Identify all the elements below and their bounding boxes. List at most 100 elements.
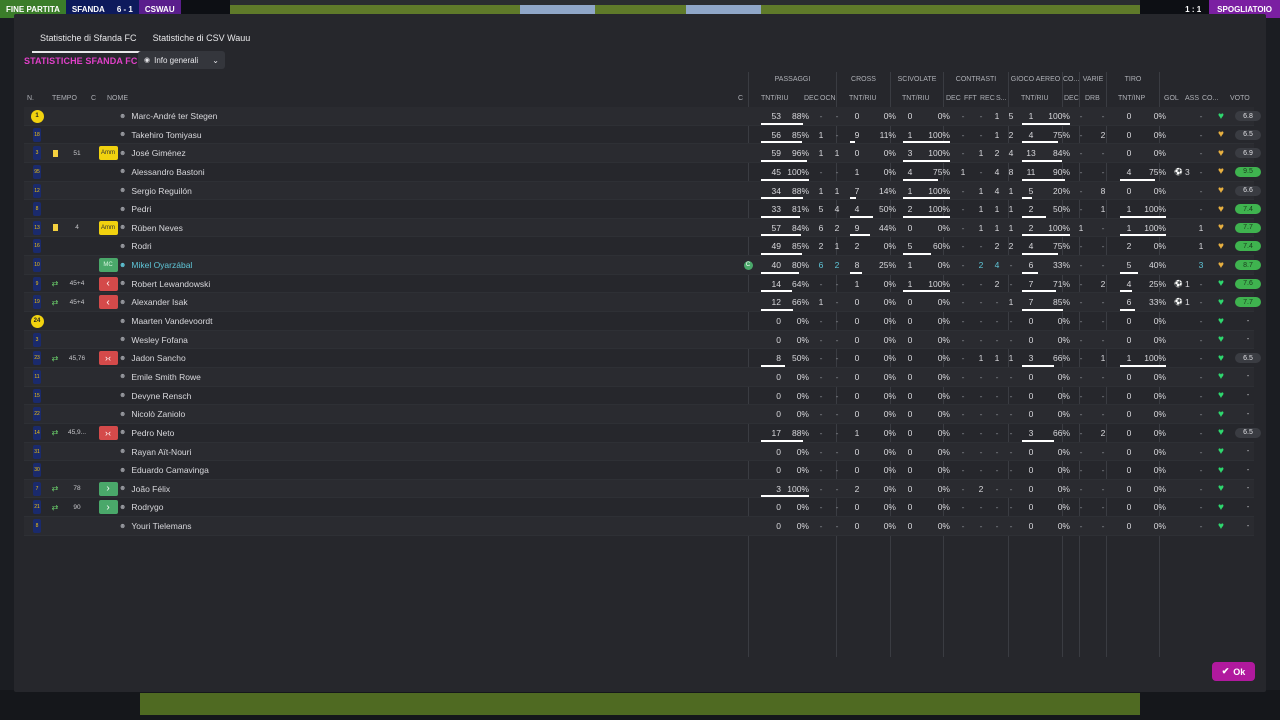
col-header-contr-s[interactable]: S... — [996, 95, 1007, 102]
table-row[interactable]: 30 ☻ Eduardo Camavinga 0 0% - -0 0% 0 0% - - - -0 0% - -… — [24, 461, 1254, 480]
assists: - — [1199, 502, 1203, 513]
col-header-c[interactable]: C — [91, 95, 96, 102]
dribbles: - — [1101, 166, 1105, 177]
col-header-voto[interactable]: VOTO — [1230, 95, 1250, 102]
contrasti-fft: - — [979, 371, 983, 382]
player-name[interactable]: ☻ Takehiro Tomiyasu — [119, 126, 639, 144]
contrasti-dec: - — [961, 390, 965, 401]
col-header-c2[interactable]: C — [738, 95, 743, 102]
col-header-co-dec[interactable]: DEC — [1064, 95, 1079, 102]
player-name[interactable]: ☻ Pedro Neto — [119, 424, 639, 442]
col-header-contr-fft[interactable]: FFT — [964, 95, 977, 102]
sub-in-icon: › — [98, 500, 118, 515]
cross-attempts: 0 — [854, 446, 860, 457]
view-dropdown[interactable]: ◉ Info generali ⌄ — [138, 51, 225, 69]
sub-in-out-icon: ›‹ — [98, 425, 118, 440]
player-name[interactable]: ☻ Rúben Neves — [119, 219, 639, 237]
player-name[interactable]: ☻ Rodri — [119, 237, 639, 255]
pass-decisive: - — [819, 521, 823, 532]
event-cell — [48, 256, 62, 274]
player-name[interactable]: ☻ Youri Tielemans — [119, 517, 639, 535]
table-row[interactable]: 21 ⇄ 90 › ☻ Rodrygo 0 0% - -0 0% 0 0% - - - -0 0% - -0 0% - ♥ - — [24, 498, 1254, 518]
table-row[interactable]: 11 ☻ Emile Smith Rowe 0 0% - -0 0% 0 0% - - - -0 0% - -0… — [24, 367, 1254, 387]
tab-away-stats[interactable]: Statistiche di CSV Wauu — [145, 30, 259, 53]
col-header-ass[interactable]: ASS — [1185, 95, 1199, 102]
aerial-attempts: 0 — [1028, 465, 1034, 476]
col-header-aereo-tnt[interactable]: TNT/RIU — [1021, 95, 1049, 102]
player-name[interactable]: ☻ Nicolò Zaniolo — [119, 405, 639, 423]
table-row[interactable]: 95 ☻ Alessandro Bastoni 45 100% - -1 0% 4 75% 1-4 8… — [24, 163, 1261, 182]
sub-in-icon: › — [98, 481, 118, 496]
col-header-cross-tnt[interactable]: TNT/RIU — [849, 95, 877, 102]
player-name[interactable]: ☻ Robert Lewandowski — [119, 275, 639, 293]
shirt-number-badge: 12 — [33, 183, 41, 198]
player-name[interactable]: ☻ Maarten Vandevoordt — [119, 312, 639, 330]
shot-accuracy-bar — [1120, 271, 1138, 274]
player-name[interactable]: ☻ José Giménez — [119, 144, 639, 162]
table-row[interactable]: 23 ⇄ 45,76 ›‹ ☻ Jadon Sancho 8 50% - -0 0% 0 0% -1 1 1 3… — [24, 349, 1261, 368]
contrasti-rec: - — [995, 371, 999, 382]
tackle-accuracy: 0% — [937, 390, 950, 401]
col-header-tiro-tnt[interactable]: TNT/INP — [1118, 95, 1145, 102]
table-row[interactable]: 22 ☻ Nicolò Zaniolo 0 0% - -0 0% 0 0% - - - -0 0% - -0 0%… — [24, 405, 1254, 424]
player-name[interactable]: ☻ Pedri — [119, 200, 639, 218]
col-header-gol[interactable]: GOL — [1164, 95, 1179, 102]
col-header-n[interactable]: N. — [27, 95, 34, 102]
col-header-sciv-tnt[interactable]: TNT/RIU — [902, 95, 930, 102]
ok-button[interactable]: ✔ Ok — [1212, 662, 1255, 681]
col-header-pass-tnt[interactable]: TNT/RIU — [761, 95, 789, 102]
pass-chances: - — [835, 166, 839, 177]
tackle-attempts: 0 — [907, 316, 913, 327]
tab-home-stats[interactable]: Statistiche di Sfanda FC — [32, 30, 145, 53]
table-row[interactable]: 15 ☻ Devyne Rensch 0 0% - -0 0% 0 0% - - - -0 0% - -0 0% -… — [24, 387, 1254, 406]
table-row[interactable]: 10 MC ☻ Mikel Oyarzábal C 40 80% 6 2 8 25% 1 0% -2 4-6… — [24, 256, 1261, 275]
player-name[interactable]: ☻ Emile Smith Rowe — [119, 368, 639, 386]
player-name[interactable]: ☻ Rodrygo — [119, 498, 639, 516]
co-dec: - — [1079, 371, 1083, 382]
shot-attempts: 0 — [1126, 371, 1132, 382]
rating-badge: 6.5 — [1235, 129, 1261, 140]
player-name[interactable]: ☻ Devyne Rensch — [119, 387, 639, 405]
col-header-contr-dec[interactable]: DEC — [946, 95, 961, 102]
shot-attempts: 0 — [1126, 483, 1132, 494]
col-header-pass-dec[interactable]: DEC — [804, 95, 819, 102]
player-name[interactable]: ☻ Alessandro Bastoni — [119, 163, 639, 181]
player-name[interactable]: ☻ Eduardo Camavinga — [119, 461, 639, 479]
table-row[interactable]: 14 ⇄ 45,9... ›‹ ☻ Pedro Neto 17 88% - -1 0% 0 0% - - - -… — [24, 424, 1261, 443]
table-row[interactable]: 3 ☻ Wesley Fofana 0 0% - -0 0% 0 0% - - - -0 0% - -0 0% - ♥… — [24, 330, 1254, 350]
col-header-pass-ocn[interactable]: OCN — [820, 95, 836, 102]
player-name[interactable]: ☻ Rayan Aït-Nouri — [119, 443, 639, 461]
contrasti-rec: - — [995, 316, 999, 327]
contrasti-rec: - — [995, 409, 999, 420]
col-header-contr-rec[interactable]: REC — [980, 95, 995, 102]
pass-chances: - — [835, 502, 839, 513]
player-name[interactable]: ☻ João Félix — [119, 480, 639, 498]
pass-attempts: 0 — [776, 465, 781, 476]
col-header-tempo[interactable]: TEMPO — [52, 95, 77, 102]
tempo-cell: 90 — [73, 503, 81, 511]
table-row[interactable]: 12 ☻ Sergio Reguilón 34 88% 1 1 7 14% 1 100% -1 4 1 5 2… — [24, 181, 1261, 201]
player-name[interactable]: ☻ Jadon Sancho — [119, 349, 639, 367]
table-row[interactable]: 8 ☻ Pedri 33 81% 5 4 4 50% 2 100% -1 1 1 2 50% -1 1 100% - ♥… — [24, 200, 1261, 219]
table-row[interactable]: 13 4 Amm ☻ Rúben Neves 57 84% 6 2 9 44% 0 0% -1 1 1 2 100… — [24, 218, 1261, 238]
col-header-varie-drb[interactable]: DRB — [1085, 95, 1100, 102]
col-header-nome[interactable]: NOME — [107, 95, 128, 102]
table-row[interactable]: 19 ⇄ 45+4 ‹ ☻ Alexander Isak 12 66% 1-0 0% 0 0% - - -1… — [24, 293, 1261, 313]
table-row[interactable]: 18 ☻ Takehiro Tomiyasu 56 85% 1-9 11% 1 100% - -1 2… — [24, 126, 1261, 145]
table-row[interactable]: 1 ☻ Marc-André ter Stegen 53 88% - -0 0% 0 0% - -1 5… — [24, 107, 1261, 126]
shirt-number: 23 — [27, 349, 47, 367]
event-cell: ⇄ — [48, 349, 62, 367]
table-row[interactable]: 7 ⇄ 78 › ☻ João Félix 3 100% - -2 0% 0 0% -2- -0 0% - -0 0… — [24, 479, 1254, 499]
table-row[interactable]: 31 ☻ Rayan Aït-Nouri 0 0% - -0 0% 0 0% - - - -0 0% - -0 0… — [24, 442, 1254, 462]
table-row[interactable]: 24 ☻ Maarten Vandevoordt 0 0% - -0 0% 0 0% - - - -0 0%… — [24, 312, 1254, 331]
player-name[interactable]: ☻ Alexander Isak — [119, 293, 639, 311]
player-name[interactable]: ☻ Marc-André ter Stegen — [119, 107, 639, 125]
table-row[interactable]: 9 ⇄ 45+4 ‹ ☻ Robert Lewandowski 14 64% - -1 0% 1 100… — [24, 275, 1261, 294]
player-name[interactable]: ☻ Wesley Fofana — [119, 331, 639, 349]
col-header-co2[interactable]: CO... — [1202, 95, 1218, 102]
table-row[interactable]: 8 ☻ Youri Tielemans 0 0% - -0 0% 0 0% - - - -0 0% - -0 0%… — [24, 517, 1254, 536]
player-name[interactable]: ☻ Mikel Oyarzábal — [119, 256, 639, 274]
table-row[interactable]: 3 51 Amm ☻ José Giménez 59 96% 1 1 0 0% 3 100% -1 2 4 13… — [24, 144, 1261, 163]
player-name[interactable]: ☻ Sergio Reguilón — [119, 182, 639, 200]
table-row[interactable]: 16 ☻ Rodri 49 85% 2 1 2 0% 5 60% - -2 2 4 75% - -2 0% 1 ♥ 7.4 — [24, 237, 1261, 257]
